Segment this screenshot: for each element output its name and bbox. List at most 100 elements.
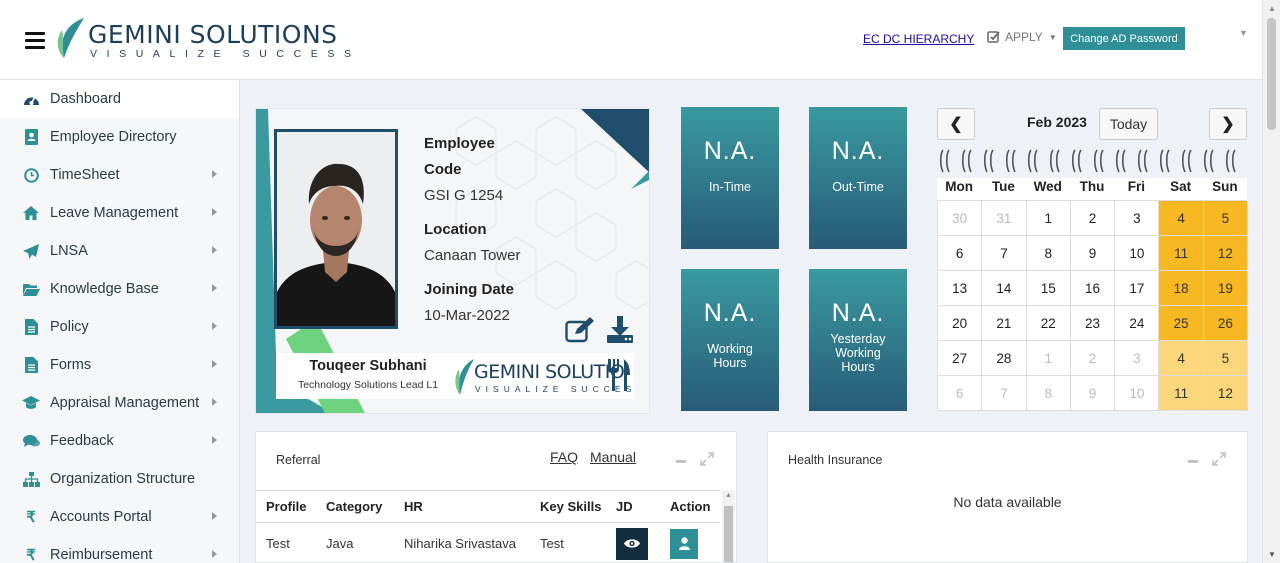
referral-links: FAQ Manual [550,449,636,465]
expand-icon[interactable] [1212,452,1226,466]
calendar-day[interactable]: 31 [982,201,1027,236]
calendar-day[interactable]: 3 [1115,201,1160,236]
manual-link[interactable]: Manual [590,449,636,465]
calendar-day-weekend[interactable]: 18 [1159,271,1204,306]
view-jd-button[interactable] [616,527,648,560]
page-scrollbar[interactable]: ▲ ▼ [1262,0,1280,563]
calendar-day[interactable]: 13 [938,271,983,306]
sidebar-item-dashboard[interactable]: Dashboard [0,80,239,118]
apply-dropdown[interactable]: APPLY ▼ [987,30,1057,44]
calendar-day[interactable]: 28 [982,341,1027,376]
sidebar-item-knowledge-base[interactable]: Knowledge Base [0,270,239,308]
scroll-up-icon[interactable]: ▲ [1268,4,1276,13]
ec-dc-hierarchy-link[interactable]: EC DC HIERARCHY [863,32,974,46]
sidebar-item-forms[interactable]: Forms [0,346,239,384]
calendar-day[interactable]: 2 [1070,341,1116,376]
calendar-day[interactable]: 7 [982,236,1027,271]
user-menu-chevron-icon[interactable]: ▼ [1239,28,1248,38]
calendar-weekday-header: Mon Tue Wed Thu Fri Sat Sun [937,178,1247,200]
calendar-day[interactable]: 6 [938,236,983,271]
out-time-value: N.A. [831,137,885,165]
calendar-day[interactable]: 16 [1070,271,1116,306]
expand-icon[interactable] [700,452,714,466]
folder-open-icon [22,280,40,298]
calendar-day[interactable]: 9 [1070,376,1116,411]
calendar-day-weekend[interactable]: 25 [1159,306,1204,341]
calendar-day[interactable]: 20 [938,306,983,341]
calendar-month-title: Feb 2023 [1027,114,1087,130]
calendar-day[interactable]: 6 [938,376,983,411]
sidebar-item-lnsa[interactable]: LNSA [0,232,239,270]
calendar-day[interactable]: 10 [1115,236,1160,271]
calendar-day[interactable]: 24 [1115,306,1160,341]
scrollbar-thumb[interactable] [724,506,733,562]
calendar-day-weekend[interactable]: 19 [1203,271,1249,306]
calendar-day[interactable]: 17 [1115,271,1160,306]
no-data-message: No data available [953,494,1062,510]
paper-plane-icon [22,242,40,260]
sidebar-item-organization-structure[interactable]: Organization Structure [0,460,239,498]
calendar-day[interactable]: 10 [1115,376,1160,411]
calendar-day[interactable]: 2 [1070,201,1116,236]
calendar-day-weekend[interactable]: 26 [1203,306,1249,341]
in-time-tile: N.A. In-Time [681,107,779,249]
logo-leaf-icon [57,18,84,58]
calendar-day[interactable]: 15 [1026,271,1071,306]
calendar-day-weekend[interactable]: 12 [1203,236,1249,271]
calendar-day-weekend[interactable]: 5 [1203,201,1249,236]
change-password-button[interactable]: Change AD Password [1063,27,1185,50]
edit-icon[interactable] [564,315,596,345]
sidebar-item-policy[interactable]: Policy [0,308,239,346]
sidebar-item-label: Employee Directory [50,129,177,145]
scrollbar-thumb[interactable] [1267,18,1276,130]
company-logo[interactable]: GEMINI SOLUTIONS VISUALIZE SUCCESS [54,14,384,64]
calendar-day[interactable]: 14 [982,271,1027,306]
chevron-right-icon [212,360,217,368]
directory-icon [22,128,40,146]
calendar-day-weekend[interactable]: 4 [1159,341,1204,376]
calendar-day[interactable]: 22 [1026,306,1071,341]
chevron-right-icon [212,322,217,330]
calendar-day[interactable]: 3 [1115,341,1160,376]
weekday-label: Sun [1212,179,1238,194]
calendar-day-weekend[interactable]: 12 [1203,376,1249,411]
referral-table-scrollbar[interactable]: ▲ [722,490,735,562]
scroll-up-icon[interactable]: ▲ [725,492,732,499]
calendar-day[interactable]: 1 [1026,341,1071,376]
calendar-day[interactable]: 30 [938,201,983,236]
calendar-day-weekend[interactable]: 11 [1159,376,1204,411]
calendar-day[interactable]: 27 [938,341,983,376]
calendar-next-button[interactable]: ❯ [1209,108,1247,140]
weekday-label: Fri [1127,179,1145,194]
menu-toggle-icon[interactable] [25,32,45,50]
sidebar-item-leave-management[interactable]: Leave Management [0,194,239,232]
calendar-day[interactable]: 8 [1026,376,1071,411]
sidebar-item-accounts-portal[interactable]: ₹ Accounts Portal [0,498,239,536]
location-value: Canaan Tower [424,247,521,264]
faq-link[interactable]: FAQ [550,449,578,465]
cell-profile: Test [266,536,290,552]
minimize-icon[interactable] [1188,459,1198,463]
calendar-day[interactable]: 8 [1026,236,1071,271]
sidebar-item-feedback[interactable]: Feedback [0,422,239,460]
calendar-day-weekend[interactable]: 5 [1203,341,1249,376]
sidebar-item-reimbursement[interactable]: ₹ Reimbursement [0,536,239,563]
calendar-day-weekend[interactable]: 4 [1159,201,1204,236]
calendar-day[interactable]: 23 [1070,306,1116,341]
sidebar-item-appraisal-management[interactable]: Appraisal Management [0,384,239,422]
calendar-prev-button[interactable]: ❮ [937,108,975,140]
calendar-day[interactable]: 7 [982,376,1027,411]
referral-action-button[interactable] [670,528,698,559]
sidebar-item-employee-directory[interactable]: Employee Directory [0,118,239,156]
download-icon[interactable] [604,315,636,345]
scroll-down-icon[interactable]: ▼ [1268,550,1276,559]
sidebar-item-label: LNSA [50,243,88,259]
calendar-day-weekend[interactable]: 11 [1159,236,1204,271]
calendar-day[interactable]: 1 [1026,201,1071,236]
calendar-today-button[interactable]: Today [1099,108,1158,140]
minimize-icon[interactable] [676,459,686,463]
sidebar-item-timesheet[interactable]: TimeSheet [0,156,239,194]
calendar-day[interactable]: 21 [982,306,1027,341]
home-icon [22,204,40,222]
calendar-day[interactable]: 9 [1070,236,1116,271]
